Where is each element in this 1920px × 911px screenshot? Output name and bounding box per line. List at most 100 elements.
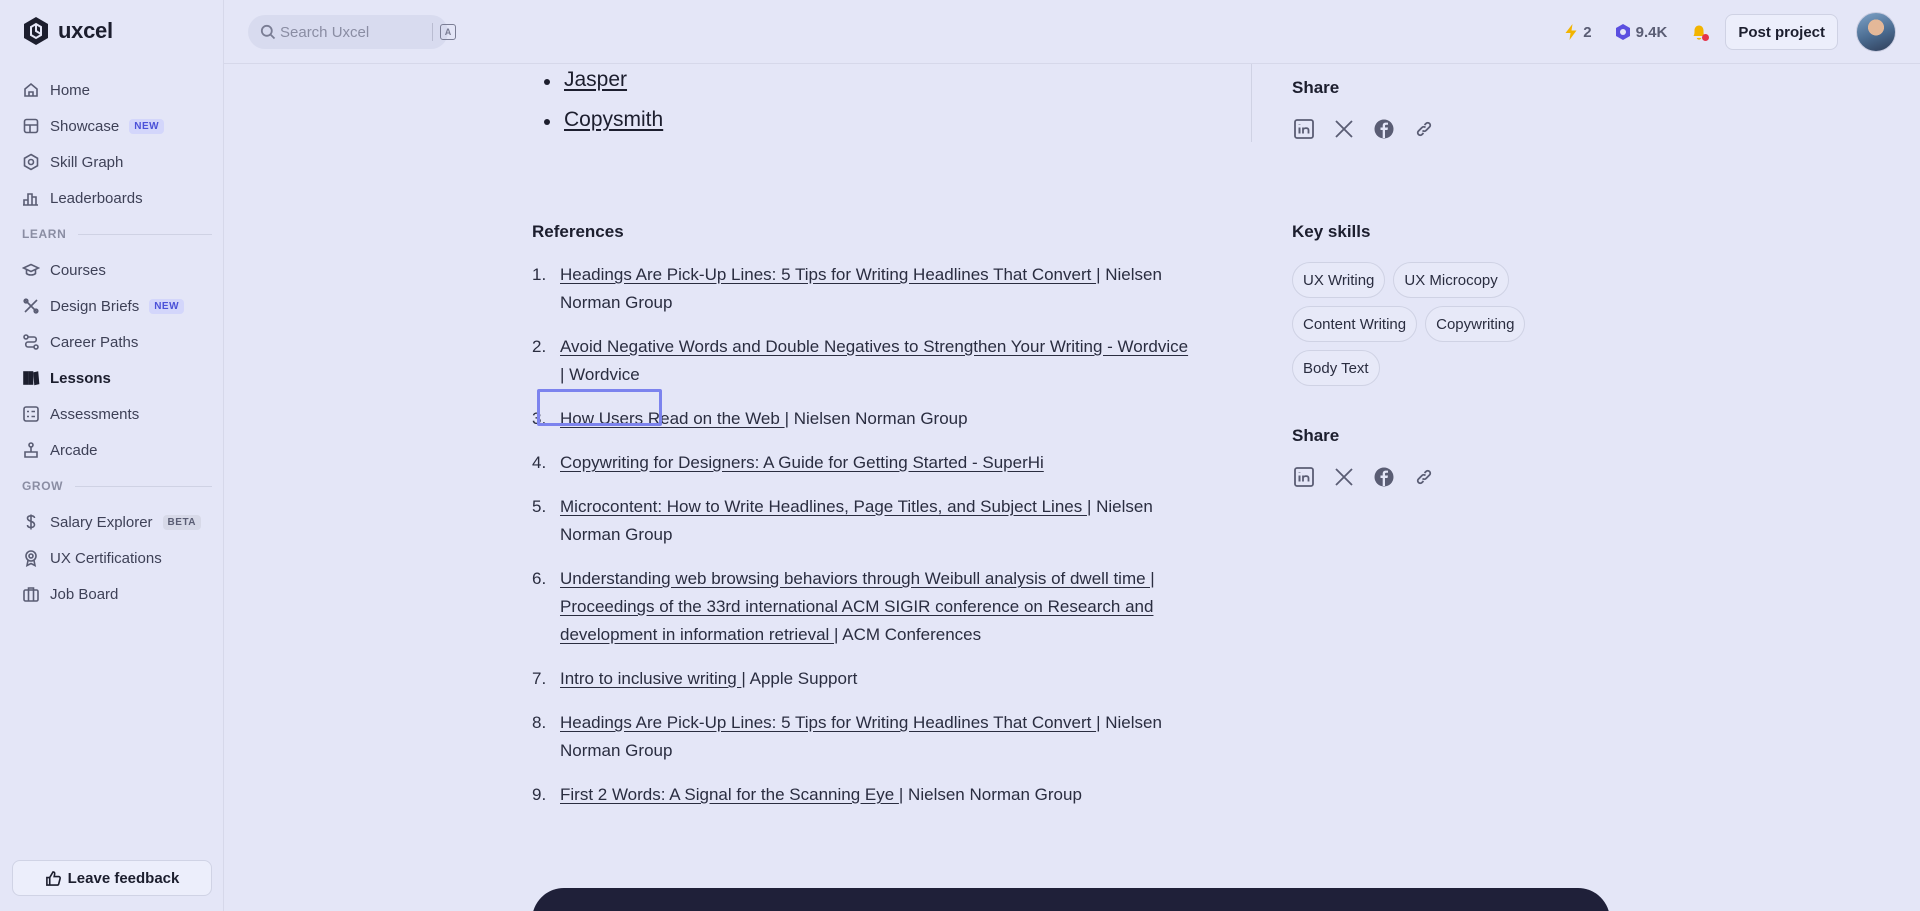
- search-icon: [260, 24, 276, 40]
- xp-hexagon-icon: [1615, 24, 1630, 40]
- skill-chip[interactable]: UX Writing: [1292, 262, 1386, 298]
- skill-chip[interactable]: UX Microcopy: [1393, 262, 1509, 298]
- reference-item: 2. Avoid Negative Words and Double Negati…: [532, 333, 1192, 389]
- reference-number: 4.: [532, 453, 547, 472]
- sidebar-item-career-paths[interactable]: Career Paths: [12, 324, 212, 360]
- sidebar-item-label: Lessons: [50, 369, 111, 387]
- tool-link-copysmith[interactable]: Copysmith: [564, 108, 663, 131]
- linkedin-icon[interactable]: [1293, 118, 1315, 140]
- list-item: Jasper: [532, 68, 663, 108]
- section-divider: [75, 485, 212, 487]
- reference-link[interactable]: Headings Are Pick-Up Lines: 5 Tips for W…: [560, 713, 1096, 732]
- reference-link[interactable]: Microcontent: How to Write Headlines, Pa…: [560, 497, 1087, 516]
- tool-link-jasper[interactable]: Jasper: [564, 68, 627, 91]
- reference-link[interactable]: First 2 Words: A Signal for the Scanning…: [560, 785, 899, 804]
- skill-chip[interactable]: Body Text: [1292, 350, 1380, 386]
- reference-item: 8. Headings Are Pick-Up Lines: 5 Tips for…: [532, 709, 1192, 765]
- section-label-learn: LEARN: [12, 216, 212, 252]
- reference-number: 3.: [532, 409, 547, 428]
- search-bar[interactable]: A: [248, 15, 456, 49]
- sidebar-item-courses[interactable]: Courses: [12, 252, 212, 288]
- x-icon[interactable]: [1333, 466, 1355, 488]
- assessments-icon: [23, 406, 39, 422]
- search-input[interactable]: [280, 15, 410, 49]
- skill-graph-icon: [23, 153, 39, 171]
- share-heading-top: Share: [1292, 78, 1340, 97]
- new-badge: NEW: [149, 298, 185, 314]
- leave-feedback-button[interactable]: Leave feedback: [12, 860, 212, 896]
- sidebar-item-assessments[interactable]: Assessments: [12, 396, 212, 432]
- reference-number: 8.: [532, 713, 547, 732]
- reference-link[interactable]: How Users Read on the Web: [560, 409, 785, 428]
- sidebar-item-label: Assessments: [50, 405, 140, 423]
- key-skills-chips: UX Writing UX Microcopy Content Writing …: [1292, 262, 1552, 386]
- sidebar-item-ux-certifications[interactable]: UX Certifications: [12, 540, 212, 576]
- sidebar-item-label: UX Certifications: [50, 549, 162, 567]
- salary-icon: [26, 514, 36, 530]
- sidebar-item-home[interactable]: Home: [12, 72, 212, 108]
- sidebar-item-label: Career Paths: [50, 333, 139, 351]
- reference-link[interactable]: Intro to inclusive writing: [560, 669, 741, 688]
- reference-link[interactable]: Copywriting for Designers: A Guide for G…: [560, 453, 1044, 472]
- topbar: A 2 9.4K Post project: [224, 0, 1920, 64]
- x-icon[interactable]: [1333, 118, 1355, 140]
- sidebar-nav: Home Showcase NEW Skill Graph Leaderboar…: [12, 72, 212, 612]
- references-list: 1. Headings Are Pick-Up Lines: 5 Tips for…: [532, 261, 1192, 825]
- sidebar-item-design-briefs[interactable]: Design Briefs NEW: [12, 288, 212, 324]
- thumbs-up-icon: [45, 870, 61, 886]
- sidebar-item-lessons[interactable]: Lessons: [12, 360, 212, 396]
- sidebar-item-label: Home: [50, 81, 91, 99]
- sidebar-item-arcade[interactable]: Arcade: [12, 432, 212, 468]
- sidebar-item-label: Arcade: [50, 441, 98, 459]
- avatar[interactable]: [1856, 12, 1896, 52]
- link-icon[interactable]: [1413, 466, 1435, 488]
- reference-link[interactable]: Avoid Negative Words and Double Negative…: [560, 337, 1188, 356]
- sidebar-item-salary-explorer[interactable]: Salary Explorer BETA: [12, 504, 212, 540]
- uxcel-logo-icon: [24, 17, 48, 45]
- section-label-grow: GROW: [12, 468, 212, 504]
- lightning-icon: [1565, 24, 1577, 40]
- reference-number: 7.: [532, 669, 547, 688]
- linkedin-icon[interactable]: [1293, 466, 1315, 488]
- reference-source: | Nielsen Norman Group: [784, 409, 968, 428]
- home-icon: [24, 82, 38, 97]
- keyboard-shortcut-icon[interactable]: A: [440, 24, 456, 40]
- reference-source: | ACM Conferences: [834, 625, 982, 644]
- lessons-icon: [23, 371, 40, 386]
- column-divider: [1251, 64, 1252, 142]
- xp-value: 9.4K: [1635, 23, 1668, 41]
- skill-chip[interactable]: Content Writing: [1292, 306, 1418, 342]
- notifications-button[interactable]: [1689, 22, 1710, 42]
- logo[interactable]: uxcel: [22, 16, 113, 46]
- section-divider: [78, 233, 212, 235]
- sidebar-item-label: Courses: [50, 261, 106, 279]
- facebook-icon[interactable]: [1373, 466, 1395, 488]
- reference-item: 7. Intro to inclusive writing | Apple Sup…: [532, 665, 1192, 693]
- reference-source: | Apple Support: [741, 669, 858, 688]
- reference-number: 9.: [532, 785, 547, 804]
- sidebar-item-showcase[interactable]: Showcase NEW: [12, 108, 212, 144]
- reference-link[interactable]: Headings Are Pick-Up Lines: 5 Tips for W…: [560, 265, 1096, 284]
- reference-number: 5.: [532, 497, 547, 516]
- skill-chip[interactable]: Copywriting: [1425, 306, 1526, 342]
- reference-source: | Wordvice: [560, 365, 640, 384]
- showcase-icon: [23, 118, 39, 134]
- post-project-button[interactable]: Post project: [1725, 14, 1838, 50]
- section-label-text: LEARN: [22, 227, 67, 241]
- reference-item: 3. How Users Read on the Web | Nielsen No…: [532, 405, 1192, 433]
- sidebar-item-label: Salary Explorer: [50, 513, 153, 531]
- xp-counter[interactable]: 9.4K: [1614, 23, 1668, 41]
- design-briefs-icon: [23, 298, 39, 314]
- streak-value: 2: [1583, 23, 1592, 41]
- list-item: Copysmith: [532, 108, 663, 148]
- link-icon[interactable]: [1413, 118, 1435, 140]
- facebook-icon[interactable]: [1373, 118, 1395, 140]
- arcade-icon: [24, 442, 38, 458]
- reference-item: 6. Understanding web browsing behaviors t…: [532, 565, 1192, 649]
- sidebar-item-skill-graph[interactable]: Skill Graph: [12, 144, 212, 180]
- sidebar: uxcel Home Showcase NEW Skill Graph Lead…: [0, 0, 224, 911]
- reference-item: 9. First 2 Words: A Signal for the Scanni…: [532, 781, 1192, 809]
- sidebar-item-job-board[interactable]: Job Board: [12, 576, 212, 612]
- streak-counter[interactable]: 2: [1563, 23, 1592, 41]
- sidebar-item-leaderboards[interactable]: Leaderboards: [12, 180, 212, 216]
